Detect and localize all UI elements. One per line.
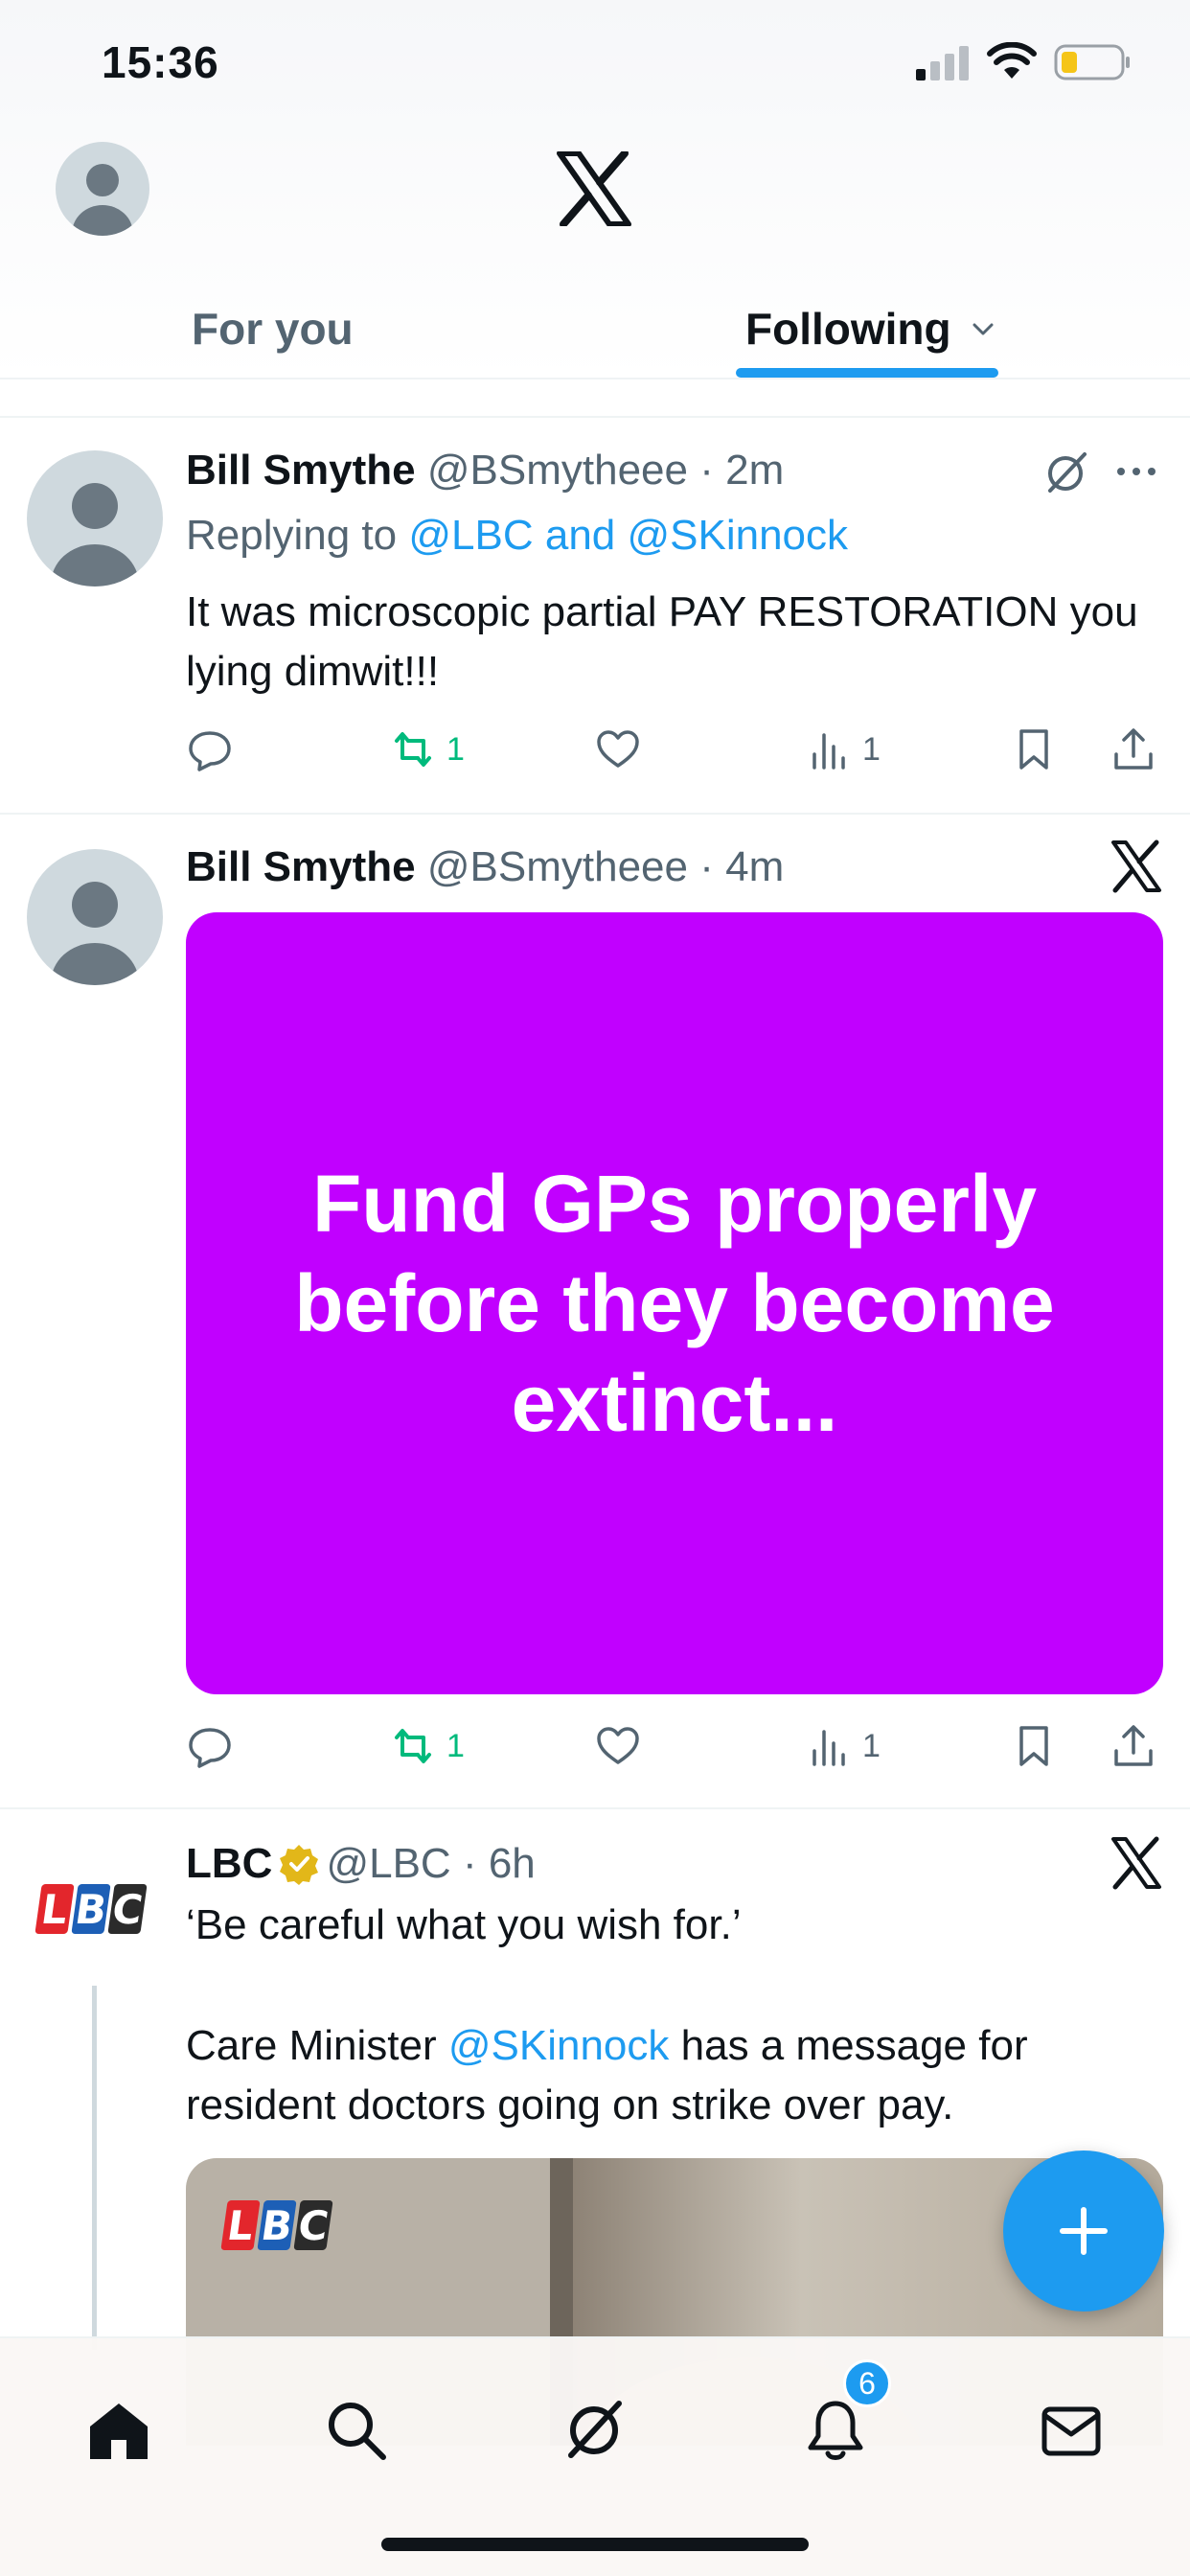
like-button[interactable] bbox=[594, 1717, 642, 1775]
battery-icon bbox=[1054, 44, 1130, 80]
media-image-text: Fund GPs properly before they become ext… bbox=[294, 1159, 1055, 1448]
home-indicator bbox=[381, 2538, 809, 2551]
views-count: 1 bbox=[862, 1727, 881, 1764]
tweet-time: · 2m bbox=[699, 447, 785, 494]
reply-button[interactable] bbox=[186, 1717, 234, 1775]
reply-button[interactable] bbox=[186, 721, 234, 778]
replying-to-label: Replying to bbox=[186, 512, 409, 559]
notifications-badge: 6 bbox=[843, 2359, 891, 2407]
compose-button[interactable] bbox=[1003, 2150, 1164, 2312]
share-button[interactable] bbox=[1110, 1717, 1157, 1775]
author-name[interactable]: Bill Smythe bbox=[186, 843, 416, 890]
share-icon bbox=[1114, 728, 1153, 770]
heart-icon bbox=[597, 730, 639, 768]
author-handle[interactable]: @BSmytheee bbox=[427, 843, 688, 890]
bookmark-button[interactable] bbox=[1010, 721, 1058, 778]
tab-for-you-label: For you bbox=[192, 304, 354, 354]
heart-icon bbox=[597, 1727, 639, 1764]
grok-icon[interactable] bbox=[1041, 448, 1090, 498]
lbc-logo-letter: C bbox=[107, 1884, 148, 1934]
share-button[interactable] bbox=[1110, 721, 1157, 778]
tweet-header: Bill Smythe @BSmytheee · 2m bbox=[186, 447, 784, 494]
grok-icon[interactable] bbox=[560, 2396, 629, 2465]
tweet-media-image[interactable]: Fund GPs properly before they become ext… bbox=[186, 912, 1163, 1694]
views-icon bbox=[812, 733, 845, 770]
author-handle[interactable]: @LBC bbox=[326, 1840, 450, 1887]
retweet-icon bbox=[395, 732, 431, 767]
tweet-time: · 4m bbox=[699, 843, 785, 890]
views-count: 1 bbox=[862, 730, 881, 768]
reply-targets-link[interactable]: @LBC and @SKinnock bbox=[408, 512, 848, 559]
retweet-button[interactable]: 1 bbox=[389, 721, 465, 778]
tweet-header: Bill Smythe @BSmytheee · 4m bbox=[186, 843, 784, 891]
messages-icon[interactable] bbox=[1037, 2396, 1106, 2465]
reply-icon bbox=[189, 1728, 231, 1768]
author-handle[interactable]: @BSmytheee bbox=[427, 447, 688, 494]
retweet-icon bbox=[395, 1729, 431, 1763]
lbc-logo-letter: L bbox=[34, 1884, 75, 1934]
lbc-avatar-logo[interactable]: L B C bbox=[34, 1884, 148, 1934]
profile-avatar[interactable] bbox=[56, 142, 149, 236]
share-icon bbox=[1114, 1725, 1153, 1766]
lbc-video-logo: L B C bbox=[220, 2200, 333, 2250]
x-logo-icon[interactable] bbox=[556, 151, 632, 226]
like-button[interactable] bbox=[594, 721, 642, 778]
retweet-button[interactable]: 1 bbox=[389, 1717, 465, 1775]
tweet-actions: 1 1 bbox=[186, 1717, 1154, 1775]
thread-line bbox=[92, 1986, 97, 2350]
replying-to: Replying to @LBC and @SKinnock bbox=[186, 512, 848, 560]
tweet-time: · 6h bbox=[462, 1840, 536, 1887]
views-icon bbox=[812, 1730, 845, 1766]
more-icon[interactable] bbox=[1113, 460, 1159, 483]
chevron-down-icon bbox=[973, 323, 994, 335]
tweet-text-pre: Care Minister bbox=[186, 2022, 448, 2069]
status-time: 15:36 bbox=[102, 37, 219, 87]
x-logo-icon[interactable] bbox=[1110, 840, 1163, 893]
signal-icon bbox=[916, 46, 969, 80]
retweet-count: 1 bbox=[446, 730, 465, 768]
default-avatar-icon bbox=[51, 882, 139, 985]
views-button[interactable]: 1 bbox=[805, 721, 881, 778]
verified-badge-icon bbox=[280, 1845, 319, 1885]
bookmark-icon bbox=[1019, 729, 1048, 770]
divider bbox=[0, 1807, 1190, 1809]
tweet-text: It was microscopic partial PAY RESTORATI… bbox=[186, 588, 1138, 695]
author-name[interactable]: Bill Smythe bbox=[186, 447, 416, 494]
divider bbox=[0, 416, 1190, 418]
lbc-logo-letter: B bbox=[71, 1884, 111, 1934]
views-button[interactable]: 1 bbox=[805, 1717, 881, 1775]
plus-icon bbox=[1060, 2207, 1108, 2255]
default-avatar-icon bbox=[72, 164, 133, 236]
lbc-logo-letter: L bbox=[220, 2200, 261, 2250]
tweet-actions: 1 1 bbox=[186, 721, 1154, 778]
home-icon[interactable] bbox=[84, 2396, 153, 2465]
tweet-header: LBC @LBC · 6h bbox=[186, 1840, 536, 1888]
timeline-tabs: For you Following bbox=[0, 278, 1190, 380]
lbc-logo-letter: B bbox=[257, 2200, 297, 2250]
lbc-logo-letter: C bbox=[293, 2200, 333, 2250]
active-tab-indicator bbox=[736, 368, 998, 378]
tweet-text-body: Care Minister @SKinnock has a message fo… bbox=[186, 2016, 1154, 2135]
author-name[interactable]: LBC bbox=[186, 1840, 272, 1887]
status-bar: 15:36 bbox=[0, 0, 1190, 134]
divider bbox=[0, 813, 1190, 815]
tab-for-you[interactable]: For you bbox=[192, 278, 354, 380]
reply-icon bbox=[189, 731, 231, 771]
tab-following[interactable]: Following bbox=[745, 278, 997, 380]
tab-following-label: Following bbox=[745, 304, 951, 354]
tweet-avatar[interactable] bbox=[27, 450, 163, 586]
search-icon[interactable] bbox=[322, 2396, 391, 2465]
retweet-count: 1 bbox=[446, 1727, 465, 1764]
wifi-icon bbox=[987, 42, 1037, 79]
bookmark-icon bbox=[1019, 1726, 1048, 1766]
default-avatar-icon bbox=[51, 483, 139, 586]
x-logo-icon[interactable] bbox=[1110, 1836, 1163, 1890]
tweet-text-line1: ‘Be careful what you wish for.’ bbox=[186, 1901, 742, 1948]
mention-link[interactable]: @SKinnock bbox=[448, 2022, 670, 2069]
tweet-avatar[interactable] bbox=[27, 849, 163, 985]
bookmark-button[interactable] bbox=[1010, 1717, 1058, 1775]
